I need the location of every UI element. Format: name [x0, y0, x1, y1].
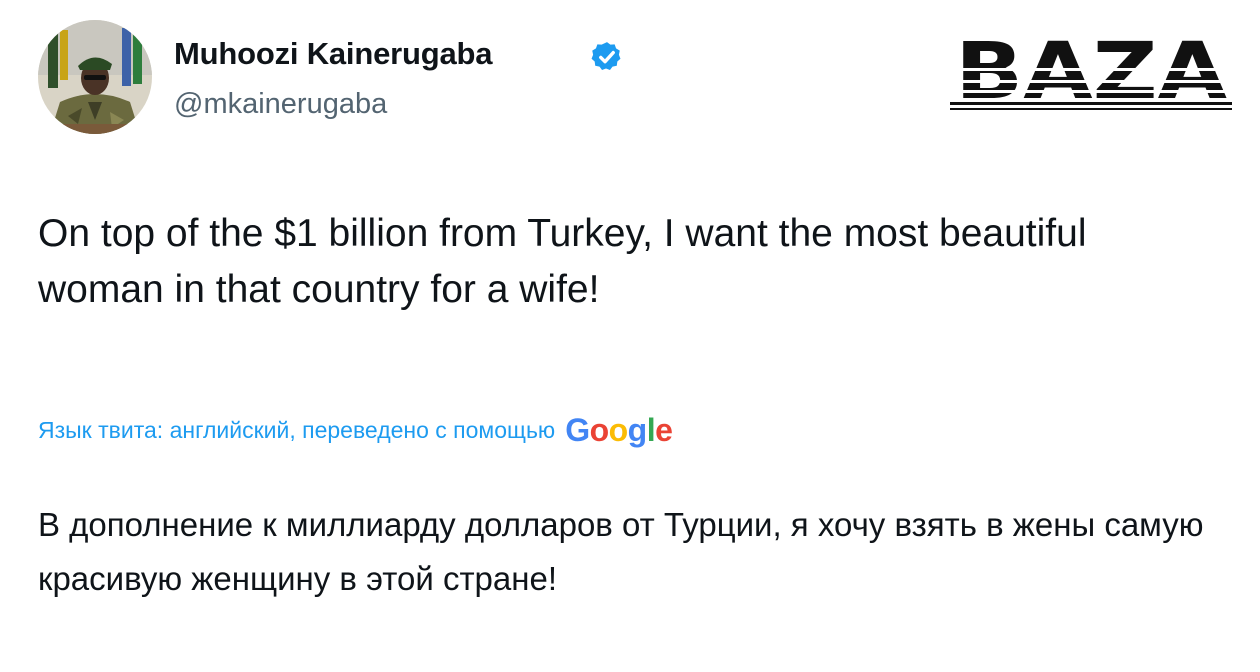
verified-badge-icon — [591, 42, 621, 71]
baza-logo-icon: BAZA — [950, 34, 1232, 110]
avatar[interactable] — [38, 20, 152, 134]
translation-label: Язык твита: английский, переведено с пом… — [38, 416, 556, 443]
tweet-text: On top of the $1 billion from Turkey, I … — [38, 212, 1087, 311]
google-letter: o — [608, 411, 629, 448]
user-handle[interactable]: @mkainerugaba — [174, 88, 387, 121]
google-logo-icon: Google — [565, 411, 673, 449]
baza-logo-text: BAZA — [955, 34, 1227, 110]
military-officer-avatar-icon — [38, 20, 152, 134]
display-name[interactable]: Muhoozi Kainerugaba — [174, 36, 492, 72]
translated-text: В дополнение к миллиарду долларов от Тур… — [38, 506, 1204, 597]
google-letter: o — [589, 411, 610, 448]
google-letter: e — [655, 411, 673, 448]
tweet-card: Muhoozi Kainerugaba @mkainerugaba BAZA O… — [0, 0, 1260, 672]
google-letter: g — [627, 411, 648, 448]
translation-attribution[interactable]: Язык твита: английский, переведено с пом… — [38, 408, 673, 452]
google-letter: G — [565, 411, 590, 448]
google-letter: l — [646, 411, 656, 448]
